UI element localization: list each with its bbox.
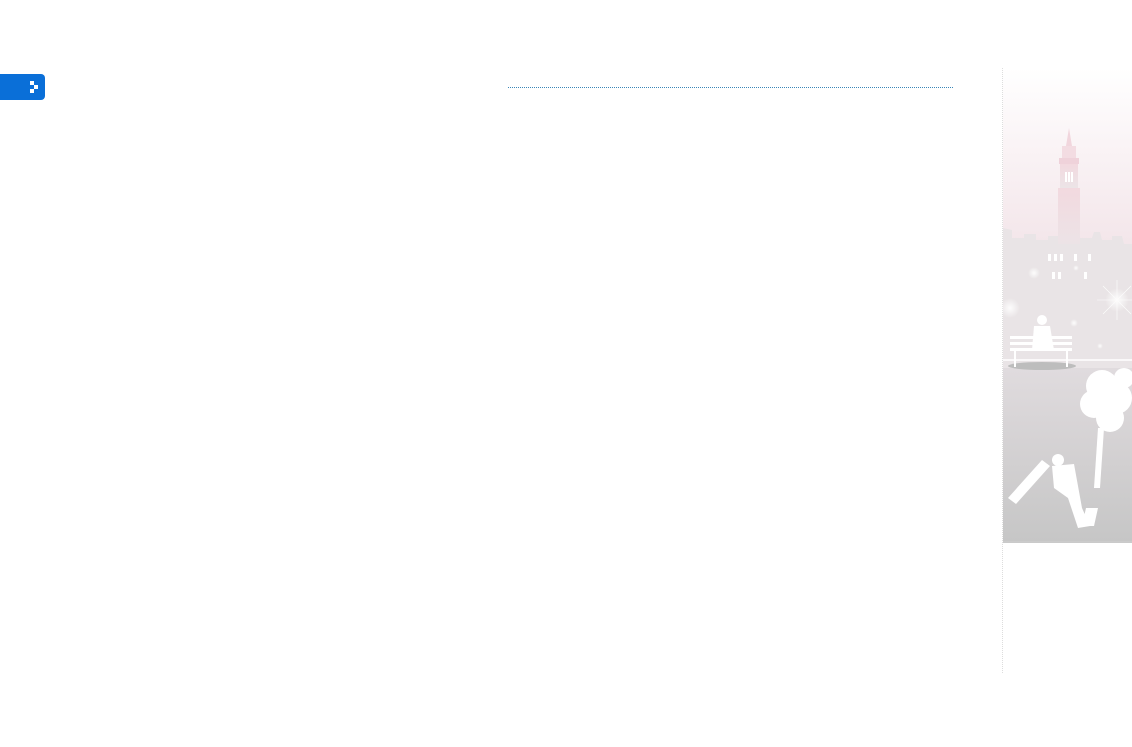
manual-page <box>0 0 1132 747</box>
section-marker <box>0 74 45 100</box>
city-square-illustration <box>1002 68 1132 543</box>
marker-pixel <box>30 89 34 93</box>
header-dotted-rule <box>508 87 953 88</box>
side-illustration-panel <box>1002 68 1132 673</box>
marker-pixel <box>34 85 38 89</box>
